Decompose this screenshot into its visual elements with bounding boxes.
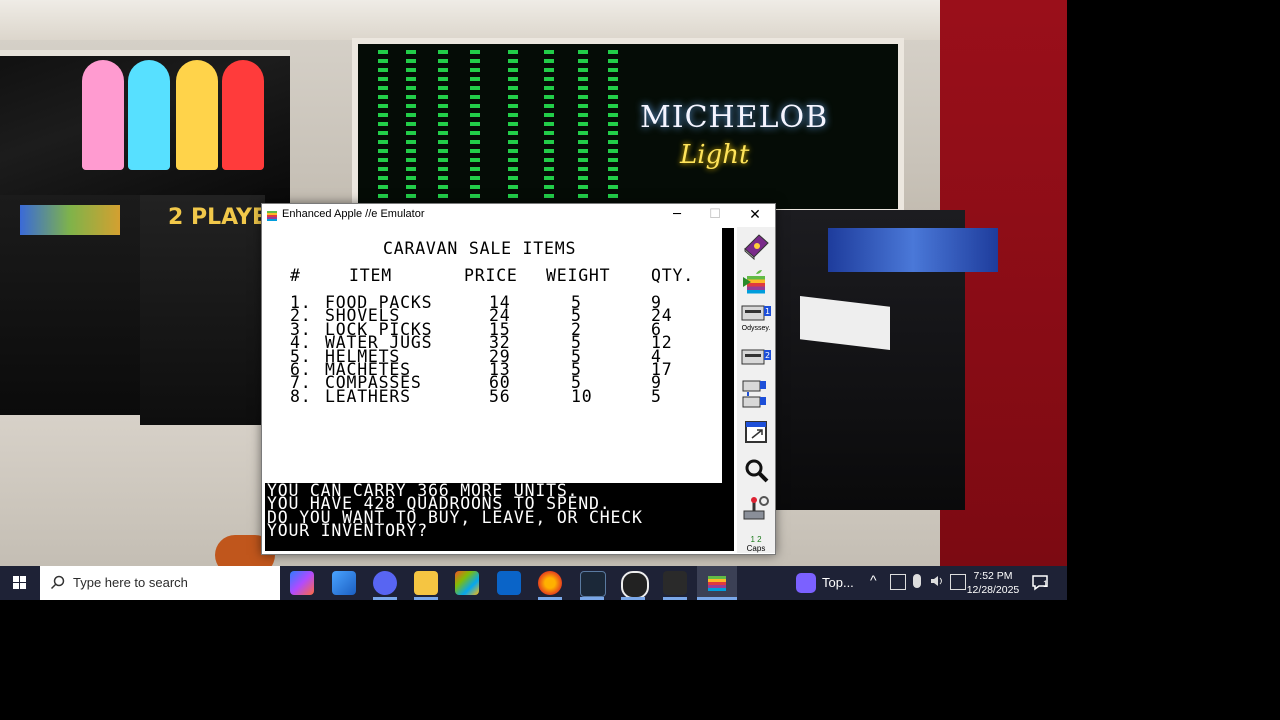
disk-drive-2-button[interactable]: 2 [739, 339, 773, 372]
widget-label[interactable]: Top... [822, 575, 854, 590]
copilot-icon[interactable] [290, 571, 314, 595]
emulator-window[interactable]: Enhanced Apple //e Emulator ─ ☐ ✕ CARAVA… [261, 203, 776, 555]
debugger-button[interactable] [739, 453, 773, 486]
microsoft-store-icon[interactable] [455, 571, 479, 595]
item-row-qty: 5 [651, 386, 662, 406]
window-titlebar[interactable]: Enhanced Apple //e Emulator ─ ☐ ✕ [262, 204, 775, 226]
red-ghost-sign [222, 60, 264, 170]
header-price: PRICE [464, 266, 518, 285]
system-clock[interactable]: 7:52 PM 12/28/2025 [963, 569, 1023, 597]
apple-screen[interactable]: CARAVAN SALE ITEMS # ITEM PRICE WEIGHT Q… [265, 228, 734, 551]
chevron-up-icon[interactable]: ^ [870, 572, 877, 588]
steam-icon[interactable] [580, 571, 606, 597]
file-explorer-icon[interactable] [414, 571, 438, 595]
orange-ghost-sign [176, 60, 218, 170]
running-indicator [538, 597, 562, 600]
discord-icon[interactable] [373, 571, 397, 595]
maximize-button[interactable]: ☐ [696, 204, 734, 226]
running-indicator [414, 597, 438, 600]
neon-sign-line2: Light [680, 140, 750, 170]
help-book-button[interactable] [739, 229, 773, 262]
arcade-cabinet-marquee [828, 228, 998, 272]
swap-disks-icon [742, 380, 766, 407]
active-indicator [697, 597, 737, 600]
windows-logo-icon [13, 576, 26, 589]
header-item: ITEM [349, 266, 392, 285]
item-row-item: LEATHERS [325, 386, 411, 406]
running-indicator [663, 597, 687, 600]
emulator-toolbar: 1 Odyssey. 2 1 2 Caps [737, 227, 775, 553]
notification-icon [1032, 575, 1048, 591]
fullscreen-icon [745, 420, 767, 443]
screen-title: CARAVAN SALE ITEMS [383, 239, 577, 258]
header-qty: QTY. [651, 266, 694, 285]
apple-logo-icon [267, 211, 277, 221]
cyan-ghost-sign [128, 60, 170, 170]
widget-icon[interactable] [796, 573, 816, 593]
neon-sign-line1: MICHELOB [640, 100, 829, 135]
wallpaper-ceiling [0, 0, 1067, 40]
run-button[interactable] [739, 265, 773, 298]
obs-icon[interactable] [621, 571, 649, 599]
header-num: # [290, 266, 301, 285]
settings-button[interactable] [739, 491, 773, 524]
close-button[interactable]: ✕ [736, 204, 774, 226]
clock-time: 7:52 PM [973, 570, 1013, 582]
disk-drive-1-button[interactable]: 1 Odyssey. [739, 301, 773, 334]
item-row-weight: 10 [571, 386, 593, 406]
tray-app-icon[interactable] [890, 574, 906, 590]
header-weight: WEIGHT [546, 266, 611, 285]
fullscreen-button[interactable] [739, 415, 773, 448]
item-row-price: 56 [489, 386, 511, 406]
search-placeholder: Type here to search [73, 575, 188, 590]
outlook-icon[interactable] [497, 571, 521, 595]
running-indicator [373, 597, 397, 600]
caps-lock-button[interactable]: 1 2 Caps [739, 527, 773, 560]
firefox-icon[interactable] [538, 571, 562, 595]
taskbar-search[interactable]: Type here to search [40, 566, 280, 600]
help-book-icon [744, 233, 769, 260]
joystick-settings-icon [743, 495, 769, 519]
disk-drive-2-icon: 2 [741, 349, 771, 364]
disk-drive-1-icon: 1 [741, 305, 771, 320]
pink-ghost-sign [82, 60, 124, 170]
search-icon [50, 575, 65, 590]
apple-emulator-taskbar-icon[interactable] [705, 571, 729, 595]
magnifier-icon [745, 459, 769, 482]
disk1-label: Odyssey. [741, 324, 771, 332]
apple-run-icon [743, 269, 765, 293]
drive-number-label: 2 [765, 351, 770, 360]
window-title: Enhanced Apple //e Emulator [282, 208, 425, 220]
running-indicator [580, 597, 604, 600]
app-icon-dark[interactable] [663, 571, 687, 595]
caps-label: Caps [746, 543, 766, 553]
status-messages: YOU CAN CARRY 366 MORE UNITS. YOU HAVE 4… [267, 482, 643, 539]
start-button[interactable] [0, 566, 40, 600]
taskbar: Type here to search Top... ^ 7:52 PM 12/… [0, 566, 1067, 600]
arcade-cabinet-left [0, 195, 140, 415]
notification-center-button[interactable]: 1 [1030, 573, 1052, 593]
volume-icon[interactable] [930, 574, 944, 588]
caps-numbers: 1 2 [750, 534, 762, 544]
swap-disks-button[interactable] [739, 377, 773, 410]
drive-number-label: 1 [765, 307, 770, 316]
app-icon-blue[interactable] [332, 571, 356, 595]
item-row-num: 8. [290, 386, 312, 406]
minimize-button[interactable]: ─ [658, 204, 696, 226]
clock-date: 12/28/2025 [966, 584, 1020, 596]
running-indicator [621, 597, 645, 600]
microphone-icon[interactable] [913, 574, 921, 588]
notification-count: 1 [1043, 579, 1049, 589]
